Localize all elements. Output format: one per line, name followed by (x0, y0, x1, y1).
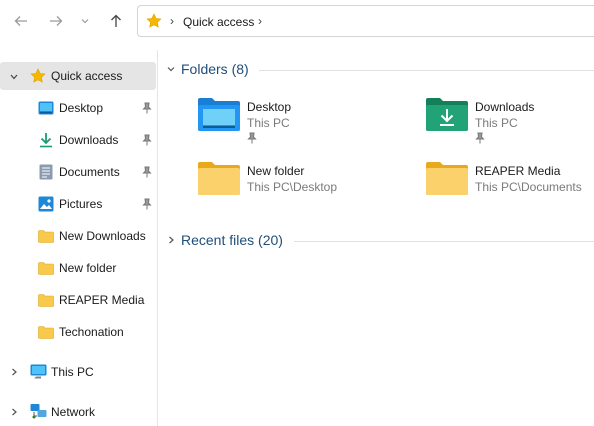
sidebar-item-new-downloads[interactable]: New Downloads (0, 222, 156, 250)
navigation-pane: Quick access Desktop Downloads Documents… (0, 50, 158, 426)
chevron-down-icon (81, 19, 89, 24)
sidebar-item-quick-access[interactable]: Quick access (0, 62, 156, 90)
sidebar-item-label: New Downloads (59, 229, 146, 243)
star-icon (30, 68, 46, 83)
pin-icon[interactable] (142, 102, 152, 114)
folder-name: New folder (247, 164, 305, 178)
folders-section-title: Folders (8) (181, 61, 249, 77)
folder-name: Downloads (475, 100, 535, 114)
folder-location: This PC (247, 116, 290, 130)
chevron-down-icon[interactable] (9, 72, 19, 82)
sidebar-item-pictures[interactable]: Pictures (0, 190, 156, 218)
chevron-right-icon[interactable] (9, 367, 19, 377)
sidebar-item-techonation[interactable]: Techonation (0, 318, 156, 346)
folder-icon (38, 230, 54, 243)
chevron-right-icon[interactable] (166, 235, 176, 245)
folder-location: This PC\Documents (475, 180, 582, 194)
folder-icon (38, 294, 54, 307)
folder-tile-downloads[interactable]: Downloads This PC (425, 96, 594, 152)
folder-icon (38, 262, 54, 275)
folder-icon (38, 326, 54, 339)
sidebar-item-label: This PC (51, 365, 94, 379)
folder-tile-desktop[interactable]: Desktop This PC (197, 96, 417, 152)
folder-tile-new-folder[interactable]: New folder This PC\Desktop (197, 160, 417, 216)
recent-locations-button[interactable] (77, 10, 93, 32)
folder-tile-reaper-media[interactable]: REAPER Media This PC\Documents (425, 160, 594, 216)
document-icon (39, 164, 53, 180)
forward-arrow-icon (50, 16, 63, 26)
folders-section-header[interactable]: Folders (8) (166, 61, 249, 77)
section-divider (259, 70, 594, 71)
folder-icon (426, 162, 468, 195)
folder-icon (198, 162, 240, 195)
computer-icon (30, 364, 47, 379)
pin-icon (475, 132, 485, 144)
sidebar-item-downloads[interactable]: Downloads (0, 126, 156, 154)
sidebar-item-reaper-media[interactable]: REAPER Media (0, 286, 156, 314)
sidebar-item-documents[interactable]: Documents (0, 158, 156, 186)
recent-files-section-title: Recent files (20) (181, 232, 283, 248)
recent-files-section-header[interactable]: Recent files (20) (166, 232, 283, 248)
folder-location: This PC\Desktop (247, 180, 338, 194)
star-icon (146, 13, 162, 28)
sidebar-item-label: Desktop (59, 101, 104, 115)
desktop-folder-icon (198, 98, 240, 131)
sidebar-item-label: Quick access (51, 69, 123, 83)
sidebar-item-label: Downloads (59, 133, 119, 147)
network-icon (30, 404, 47, 419)
back-button[interactable] (10, 10, 32, 32)
chevron-right-icon[interactable] (9, 407, 19, 417)
breadcrumb-quick-access[interactable]: Quick access (183, 15, 254, 29)
sidebar-item-label: REAPER Media (59, 293, 145, 307)
folder-name: Desktop (247, 100, 292, 114)
desktop-icon (38, 101, 54, 115)
pin-icon[interactable] (142, 134, 152, 146)
sidebar-item-label: New folder (59, 261, 117, 275)
breadcrumb-separator-icon[interactable]: › (170, 14, 174, 28)
sidebar-item-label: Network (51, 405, 96, 419)
sidebar-item-this-pc[interactable]: This PC (0, 358, 156, 386)
pin-icon (247, 132, 257, 144)
forward-button[interactable] (45, 10, 67, 32)
sidebar-item-label: Pictures (59, 197, 103, 211)
breadcrumb-separator-icon[interactable]: › (258, 14, 262, 28)
sidebar-item-desktop[interactable]: Desktop (0, 94, 156, 122)
sidebar-item-label: Techonation (59, 325, 124, 339)
pin-icon[interactable] (142, 166, 152, 178)
picture-icon (38, 196, 54, 212)
sidebar-item-label: Documents (59, 165, 120, 179)
chevron-down-icon[interactable] (166, 64, 176, 74)
up-button[interactable] (105, 10, 127, 32)
up-arrow-icon (111, 14, 121, 27)
address-bar[interactable]: › Quick access › (137, 5, 594, 37)
download-icon (40, 133, 52, 148)
downloads-folder-icon (426, 98, 468, 131)
pin-icon[interactable] (142, 198, 152, 210)
sidebar-item-new-folder[interactable]: New folder (0, 254, 156, 282)
section-divider (294, 241, 594, 242)
back-arrow-icon (14, 16, 27, 26)
folder-location: This PC (475, 116, 518, 130)
folder-name: REAPER Media (475, 164, 561, 178)
sidebar-item-network[interactable]: Network (0, 398, 156, 426)
